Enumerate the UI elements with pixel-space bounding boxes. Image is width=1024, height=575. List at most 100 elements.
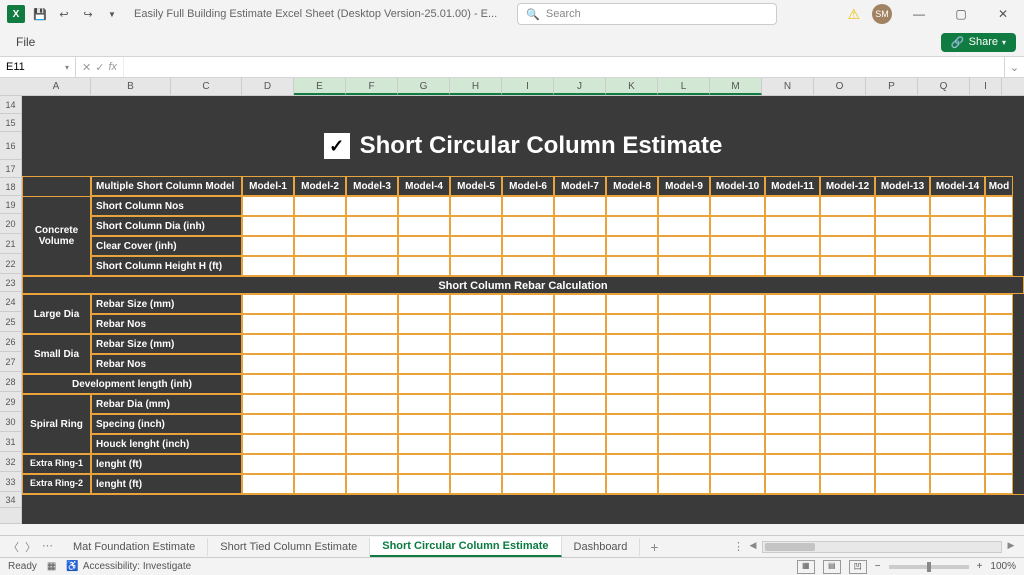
data-cell[interactable] [606, 414, 658, 434]
tab-mat-foundation[interactable]: Mat Foundation Estimate [61, 538, 208, 556]
data-cell[interactable] [985, 374, 1013, 394]
data-cell[interactable] [346, 354, 398, 374]
data-cell[interactable] [765, 474, 820, 494]
data-cell[interactable] [450, 334, 502, 354]
data-cell[interactable] [658, 474, 710, 494]
column-header[interactable]: I [970, 78, 1002, 95]
page-break-button[interactable]: 凹 [849, 560, 867, 574]
data-cell[interactable] [930, 394, 985, 414]
data-cell[interactable] [502, 414, 554, 434]
data-cell[interactable] [554, 454, 606, 474]
data-cell[interactable] [346, 216, 398, 236]
data-cell[interactable] [606, 314, 658, 334]
data-cell[interactable] [554, 236, 606, 256]
worksheet[interactable]: ✓ Short Circular Column Estimate Multipl… [22, 96, 1024, 524]
data-cell[interactable] [710, 474, 765, 494]
data-cell[interactable] [820, 294, 875, 314]
data-cell[interactable] [765, 196, 820, 216]
data-cell[interactable] [346, 236, 398, 256]
column-header[interactable]: Q [918, 78, 970, 95]
data-cell[interactable] [242, 434, 294, 454]
data-cell[interactable] [346, 294, 398, 314]
data-cell[interactable] [450, 314, 502, 334]
data-cell[interactable] [658, 256, 710, 276]
data-cell[interactable] [985, 314, 1013, 334]
data-cell[interactable] [242, 256, 294, 276]
data-cell[interactable] [554, 314, 606, 334]
data-cell[interactable] [502, 216, 554, 236]
data-cell[interactable] [242, 474, 294, 494]
data-cell[interactable] [606, 256, 658, 276]
data-cell[interactable] [346, 394, 398, 414]
data-cell[interactable] [294, 256, 346, 276]
data-cell[interactable] [502, 354, 554, 374]
data-cell[interactable] [606, 434, 658, 454]
data-cell[interactable] [294, 434, 346, 454]
data-cell[interactable] [875, 474, 930, 494]
data-cell[interactable] [985, 216, 1013, 236]
data-cell[interactable] [658, 294, 710, 314]
data-cell[interactable] [502, 294, 554, 314]
data-cell[interactable] [930, 196, 985, 216]
data-cell[interactable] [930, 256, 985, 276]
data-cell[interactable] [765, 236, 820, 256]
scroll-track[interactable] [762, 541, 1002, 553]
data-cell[interactable] [450, 374, 502, 394]
data-cell[interactable] [985, 334, 1013, 354]
row-header[interactable]: 24 [0, 292, 22, 312]
data-cell[interactable] [875, 256, 930, 276]
data-cell[interactable] [765, 354, 820, 374]
row-header[interactable]: 15 [0, 114, 22, 132]
data-cell[interactable] [765, 434, 820, 454]
data-cell[interactable] [346, 374, 398, 394]
data-cell[interactable] [606, 216, 658, 236]
data-cell[interactable] [820, 216, 875, 236]
data-cell[interactable] [242, 334, 294, 354]
data-cell[interactable] [450, 196, 502, 216]
row-header[interactable]: 27 [0, 352, 22, 372]
data-cell[interactable] [450, 236, 502, 256]
data-cell[interactable] [450, 454, 502, 474]
maximize-button[interactable]: ▢ [946, 7, 976, 21]
column-header[interactable]: O [814, 78, 866, 95]
data-cell[interactable] [985, 294, 1013, 314]
data-cell[interactable] [398, 314, 450, 334]
data-cell[interactable] [658, 196, 710, 216]
data-cell[interactable] [398, 374, 450, 394]
data-cell[interactable] [450, 414, 502, 434]
data-cell[interactable] [606, 334, 658, 354]
column-header[interactable]: J [554, 78, 606, 95]
data-cell[interactable] [710, 196, 765, 216]
row-header[interactable]: 29 [0, 392, 22, 412]
column-header[interactable]: P [866, 78, 918, 95]
data-cell[interactable] [985, 394, 1013, 414]
data-cell[interactable] [450, 354, 502, 374]
data-cell[interactable] [765, 256, 820, 276]
enter-icon[interactable]: ✓ [95, 61, 104, 74]
data-cell[interactable] [658, 374, 710, 394]
data-cell[interactable] [346, 196, 398, 216]
file-menu[interactable]: File [8, 31, 43, 53]
name-box[interactable]: E11 ▾ [0, 57, 76, 77]
data-cell[interactable] [985, 196, 1013, 216]
data-cell[interactable] [765, 334, 820, 354]
data-cell[interactable] [710, 236, 765, 256]
data-cell[interactable] [346, 434, 398, 454]
row-header[interactable]: 18 [0, 178, 22, 196]
data-cell[interactable] [820, 354, 875, 374]
data-cell[interactable] [930, 294, 985, 314]
data-cell[interactable] [930, 236, 985, 256]
data-cell[interactable] [346, 454, 398, 474]
tab-more-icon[interactable]: ⋯ [40, 539, 55, 555]
data-cell[interactable] [820, 474, 875, 494]
row-header[interactable]: 33 [0, 472, 22, 492]
data-cell[interactable] [346, 474, 398, 494]
data-cell[interactable] [502, 434, 554, 454]
data-cell[interactable] [398, 354, 450, 374]
data-cell[interactable] [294, 374, 346, 394]
data-cell[interactable] [820, 236, 875, 256]
data-cell[interactable] [242, 236, 294, 256]
row-header[interactable]: 16 [0, 132, 22, 160]
data-cell[interactable] [294, 394, 346, 414]
data-cell[interactable] [930, 216, 985, 236]
